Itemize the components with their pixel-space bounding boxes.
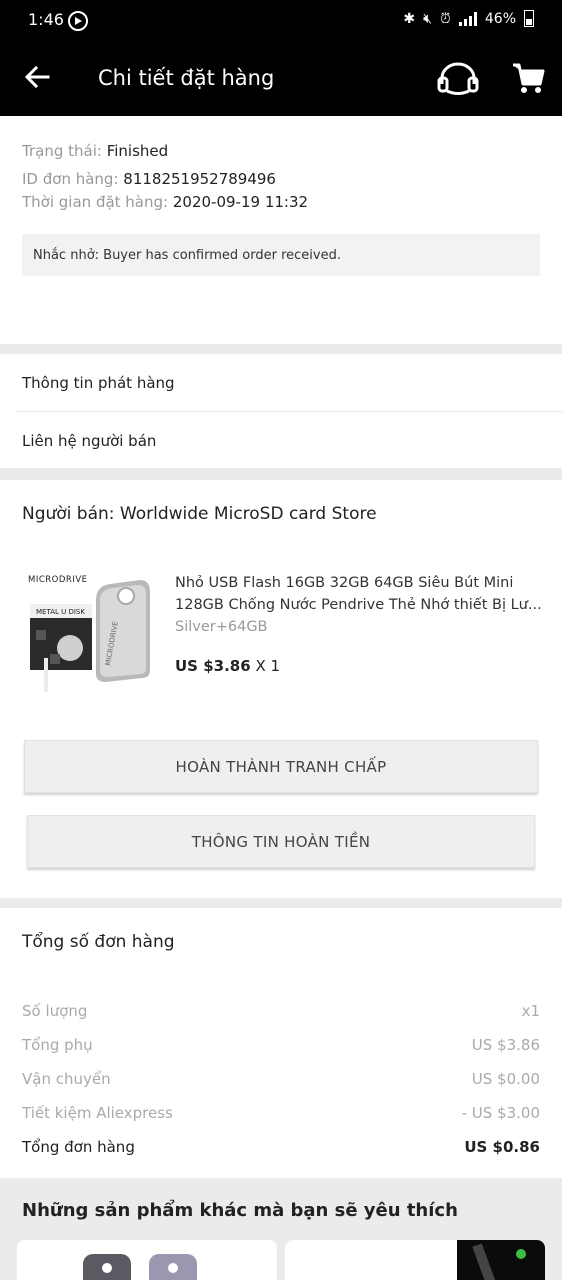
seller-name[interactable]: Người bán: Worldwide MicroSD card Store [22,504,377,524]
order-links-section: Thông tin phát hàng Liên hệ người bán [0,354,562,468]
product-price-quantity: US $3.86 X 1 [175,657,280,675]
screen-record-icon [68,11,88,31]
seller-product-section: Người bán: Worldwide MicroSD card Store … [0,480,562,898]
signal-icon [458,11,477,26]
shipping-info-link[interactable]: Thông tin phát hàng [22,374,175,392]
recommendation-image [83,1254,197,1280]
summary-row-total: Tổng đơn hàng US $0.86 [22,1138,540,1156]
mute-icon: 🔇︎ [423,10,432,27]
order-time: Thời gian đặt hàng: 2020-09-19 11:32 [22,193,309,211]
recommendation-card[interactable] [285,1240,545,1280]
order-status: Trạng thái: Finished [22,142,169,160]
product-thumbnail[interactable]: MICRODRIVE METAL U DISK MICRODRIVE [22,570,154,698]
battery-percent: 46% [484,10,516,27]
status-bar: 1:46 ✱ 🔇︎ ⏰︎ 46% [0,0,562,40]
order-info-section: Trạng thái: Finished ID đơn hàng: 811825… [0,116,562,344]
status-icons: ✱ 🔇︎ ⏰︎ 46% [403,10,534,27]
recommendation-image [457,1240,545,1280]
order-summary-section: Tổng số đơn hàng Số lượng x1 Tổng phụ US… [0,908,562,1178]
summary-row-quantity: Số lượng x1 [22,1002,540,1020]
complete-dispute-button[interactable]: HOÀN THÀNH TRANH CHẤP [24,740,538,793]
divider [16,411,562,412]
bluetooth-icon: ✱ [403,10,416,27]
product-title[interactable]: Nhỏ USB Flash 16GB 32GB 64GB Siêu Bút Mi… [175,572,545,616]
battery-icon [524,10,534,27]
back-arrow-icon[interactable] [22,62,52,92]
product-quantity: X 1 [255,657,281,675]
cart-icon[interactable] [510,60,546,96]
recommendation-card[interactable] [17,1240,277,1280]
headset-support-icon[interactable] [436,60,480,96]
summary-title: Tổng số đơn hàng [22,932,175,952]
order-id: ID đơn hàng: 8118251952789496 [22,170,276,188]
status-time: 1:46 [28,10,64,29]
product-variant: Silver+64GB [175,619,268,635]
recommendations-title: Những sản phẩm khác mà bạn sẽ yêu thích [22,1200,458,1221]
order-notice: Nhắc nhở: Buyer has confirmed order rece… [22,234,540,276]
product-price: US $3.86 [175,657,251,675]
summary-row-savings: Tiết kiệm Aliexpress - US $3.00 [22,1104,540,1122]
page-title: Chi tiết đặt hàng [98,66,275,90]
summary-row-subtotal: Tổng phụ US $3.86 [22,1036,540,1054]
product-image-caption: METAL U DISK [36,608,85,616]
alarm-icon: ⏰︎ [439,10,451,27]
contact-seller-link[interactable]: Liên hệ người bán [22,432,156,450]
app-bar: Chi tiết đặt hàng [0,40,562,116]
summary-row-shipping: Vận chuyển US $0.00 [22,1070,540,1088]
product-image-brand: MICRODRIVE [28,575,88,585]
refund-info-button[interactable]: THÔNG TIN HOÀN TIỀN [27,815,535,868]
